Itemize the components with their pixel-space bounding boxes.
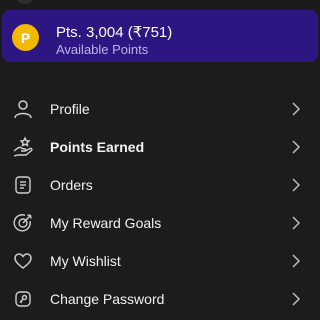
- hand-star-icon: [12, 136, 34, 158]
- menu-label-profile: Profile: [50, 101, 90, 117]
- heart-icon: [12, 250, 34, 272]
- points-balance: Pts. 3,004 (₹751): [56, 24, 173, 41]
- receipt-icon: [12, 174, 34, 196]
- menu-item-wishlist[interactable]: My Wishlist: [0, 242, 320, 280]
- person-icon: [12, 98, 34, 120]
- points-subtitle: Available Points: [56, 42, 149, 57]
- points-coin-icon: P: [12, 24, 39, 51]
- target-icon: [12, 212, 34, 234]
- menu-label-reward-goals: My Reward Goals: [50, 215, 162, 231]
- chevron-right-icon: [290, 178, 302, 192]
- menu-item-reward-goals[interactable]: My Reward Goals: [0, 204, 320, 242]
- chevron-right-icon: [290, 140, 302, 154]
- menu-item-orders[interactable]: Orders: [0, 166, 320, 204]
- menu-label-points-earned: Points Earned: [50, 139, 145, 155]
- key-icon: [12, 288, 34, 310]
- chevron-right-icon: [290, 292, 302, 306]
- coin-letter: P: [20, 29, 31, 46]
- points-card[interactable]: P Pts. 3,004 (₹751) Available Points: [2, 10, 318, 62]
- chevron-right-icon: [290, 254, 302, 268]
- menu-label-orders: Orders: [50, 177, 93, 193]
- avatar: [14, 0, 36, 4]
- account-menu: Profile Points Earned Orders My Reward G…: [0, 90, 320, 318]
- menu-item-change-password[interactable]: Change Password: [0, 280, 320, 318]
- menu-item-profile[interactable]: Profile: [0, 90, 320, 128]
- menu-item-points-earned[interactable]: Points Earned: [0, 128, 320, 166]
- menu-label-wishlist: My Wishlist: [50, 253, 121, 269]
- menu-label-change-password: Change Password: [50, 291, 165, 307]
- chevron-right-icon: [290, 102, 302, 116]
- top-header-edge: [0, 0, 320, 8]
- chevron-right-icon: [290, 216, 302, 230]
